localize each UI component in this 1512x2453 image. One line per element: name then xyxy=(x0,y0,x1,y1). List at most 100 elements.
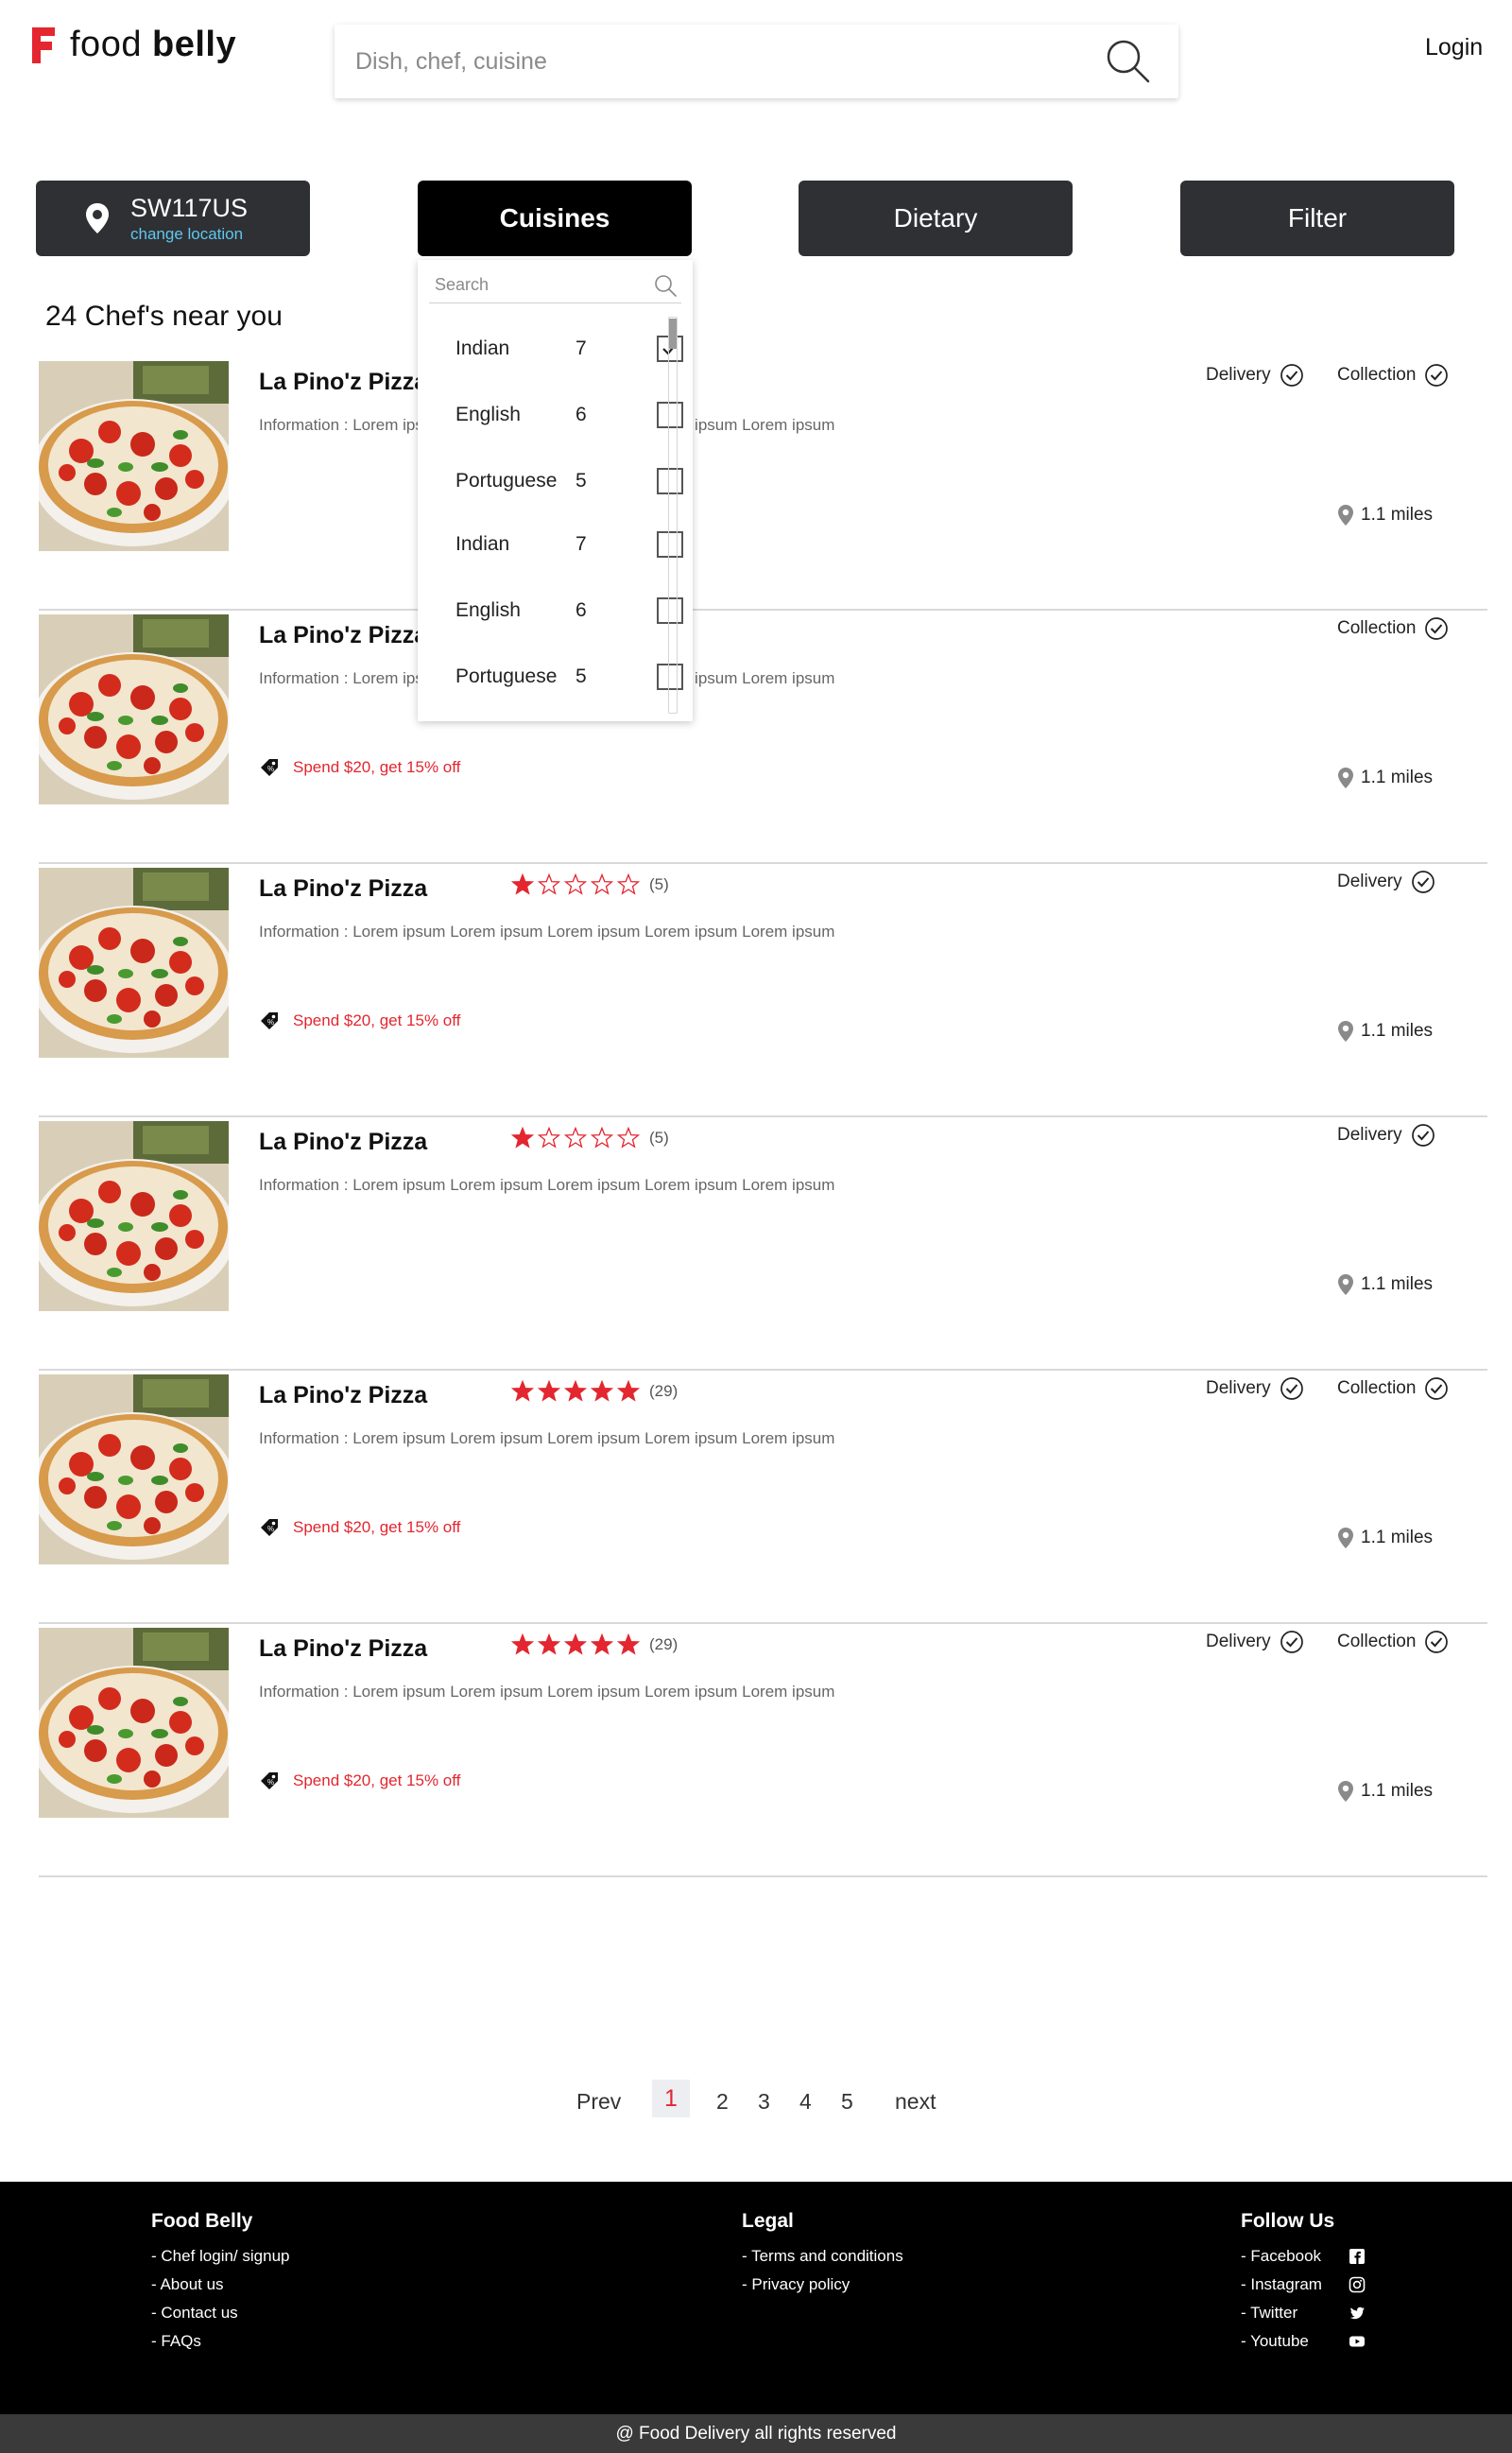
collection-badge: Collection xyxy=(1337,1376,1449,1401)
chef-name[interactable]: La Pino'z Pizza xyxy=(259,369,427,396)
check-circle-icon xyxy=(1425,364,1449,387)
dropdown-scroll-thumb[interactable] xyxy=(669,319,677,349)
distance-value: 1.1 miles xyxy=(1361,1528,1434,1547)
cuisines-button[interactable]: Cuisines xyxy=(418,181,692,256)
cuisine-option[interactable]: English 6 xyxy=(455,392,683,440)
footer-link[interactable]: - Privacy policy xyxy=(742,2271,903,2299)
distance-value: 1.1 miles xyxy=(1361,1781,1434,1801)
chef-name[interactable]: La Pino'z Pizza xyxy=(259,1382,427,1409)
footer-link[interactable]: - Chef login/ signup xyxy=(151,2242,289,2271)
pizza-image xyxy=(39,1374,229,1564)
cuisine-option[interactable]: Indian 7 xyxy=(455,326,683,373)
star-filled-icon xyxy=(591,1380,613,1402)
cuisine-dropdown: Indian 7 English 6 Portuguese 5 Indian 7… xyxy=(418,260,693,721)
location-pin-icon xyxy=(1338,768,1353,788)
delivery-label: Delivery xyxy=(1206,1378,1271,1398)
dish-search-input[interactable] xyxy=(355,43,1092,79)
page-link[interactable]: 2 xyxy=(716,2089,729,2115)
star-filled-icon xyxy=(538,1633,560,1655)
rating-stars: (5) xyxy=(511,873,669,896)
chef-name[interactable]: La Pino'z Pizza xyxy=(259,622,427,649)
footer-link[interactable]: - FAQs xyxy=(151,2327,289,2356)
footer-link[interactable]: - Terms and conditions xyxy=(742,2242,903,2271)
star-filled-icon xyxy=(511,873,534,895)
star-filled-icon xyxy=(564,1380,587,1402)
cuisine-option[interactable]: English 6 xyxy=(455,588,683,635)
delivery-label: Delivery xyxy=(1337,872,1402,891)
cuisine-option-label: Indian xyxy=(455,337,510,359)
distance-value: 1.1 miles xyxy=(1361,505,1434,525)
page-link[interactable]: 5 xyxy=(841,2089,853,2115)
footer-link[interactable]: - About us xyxy=(151,2271,289,2299)
delivery-label: Delivery xyxy=(1206,365,1271,385)
chef-name[interactable]: La Pino'z Pizza xyxy=(259,875,427,903)
chef-listing-card[interactable]: La Pino'z Pizza Information : Lorem ipsum… xyxy=(39,611,1487,864)
pizza-image xyxy=(39,361,229,551)
cuisine-option[interactable]: Indian 7 xyxy=(455,522,683,569)
dropdown-scrollbar[interactable] xyxy=(668,317,678,714)
footer-social-link[interactable]: - Instagram xyxy=(1241,2271,1383,2299)
location-button[interactable]: SW117US change location xyxy=(36,181,310,256)
cuisine-option-count: 6 xyxy=(576,404,587,425)
collection-badge: Collection xyxy=(1337,616,1449,641)
footer-social-link[interactable]: - Twitter xyxy=(1241,2299,1383,2327)
star-empty-icon xyxy=(617,873,640,895)
page-link[interactable]: 3 xyxy=(758,2089,770,2115)
youtube-icon[interactable] xyxy=(1349,2333,1366,2350)
page-link-current[interactable]: 1 xyxy=(652,2080,690,2117)
cuisine-option-label: Indian xyxy=(455,533,510,555)
location-pin-icon xyxy=(1338,1021,1353,1042)
chef-listing-card[interactable]: La Pino'z Pizza (5) Information : Lorem ip… xyxy=(39,864,1487,1117)
instagram-icon[interactable] xyxy=(1349,2276,1366,2293)
promo-text: Spend $20, get 15% off xyxy=(293,1011,461,1029)
chef-listing-card[interactable]: La Pino'z Pizza (29) Information : Lorem i… xyxy=(39,1371,1487,1624)
collection-badge: Collection xyxy=(1337,1630,1449,1654)
footer-social-link[interactable]: - Facebook xyxy=(1241,2242,1383,2271)
brand-logo[interactable]: food belly xyxy=(28,25,236,65)
footer-link[interactable]: - Contact us xyxy=(151,2299,289,2327)
rating-count: (29) xyxy=(649,1382,679,1400)
chef-listing-card[interactable]: La Pino'z Pizza (29) Information : Lorem i… xyxy=(39,1624,1487,1877)
chef-photo[interactable] xyxy=(39,868,229,1058)
delivery-badge: Delivery xyxy=(1206,363,1304,388)
food-belly-logo-icon xyxy=(32,26,55,63)
next-page-link[interactable]: next xyxy=(895,2089,936,2115)
footer-link-label: - Twitter xyxy=(1241,2304,1298,2322)
check-circle-icon xyxy=(1425,617,1449,640)
search-icon[interactable] xyxy=(1105,38,1150,83)
footer-link-label: - Contact us xyxy=(151,2304,238,2322)
chef-listing-card[interactable]: La Pino'z Pizza (5) Information : Lorem ip… xyxy=(39,1117,1487,1371)
chef-photo[interactable] xyxy=(39,1121,229,1311)
chef-photo[interactable] xyxy=(39,614,229,804)
chef-photo[interactable] xyxy=(39,1628,229,1818)
check-circle-icon xyxy=(1425,1631,1449,1653)
footer-link-label: - Terms and conditions xyxy=(742,2247,903,2265)
page-link[interactable]: 4 xyxy=(799,2089,812,2115)
filter-button[interactable]: Filter xyxy=(1180,181,1454,256)
twitter-icon[interactable] xyxy=(1349,2305,1366,2322)
facebook-icon[interactable] xyxy=(1349,2248,1366,2265)
chef-listing-card[interactable]: La Pino'z Pizza Information : Lorem ipsum… xyxy=(39,357,1487,611)
chef-name[interactable]: La Pino'z Pizza xyxy=(259,1635,427,1663)
cuisine-search-input[interactable] xyxy=(435,275,624,295)
footer-heading: Food Belly xyxy=(151,2210,253,2232)
star-filled-icon xyxy=(511,1127,534,1149)
distance-value: 1.1 miles xyxy=(1361,1021,1434,1041)
footer-social-link[interactable]: - Youtube xyxy=(1241,2327,1383,2356)
dietary-button[interactable]: Dietary xyxy=(799,181,1073,256)
star-empty-icon xyxy=(538,1127,560,1149)
discount-tag-icon: % xyxy=(261,1772,278,1789)
login-link[interactable]: Login xyxy=(1425,34,1483,61)
change-location-link[interactable]: change location xyxy=(130,226,248,242)
pagination: Prev 12 3 4 5 next xyxy=(0,2080,1512,2127)
chef-name[interactable]: La Pino'z Pizza xyxy=(259,1129,427,1156)
prev-page-link[interactable]: Prev xyxy=(576,2089,621,2115)
cuisine-option[interactable]: Portuguese 5 xyxy=(455,654,683,701)
footer-link-label: - About us xyxy=(151,2275,224,2293)
chef-photo[interactable] xyxy=(39,361,229,551)
chef-photo[interactable] xyxy=(39,1374,229,1564)
cuisine-search-field xyxy=(429,269,681,303)
cuisine-option[interactable]: Portuguese 5 xyxy=(455,458,683,506)
star-empty-icon xyxy=(564,873,587,895)
search-icon[interactable] xyxy=(653,273,678,298)
